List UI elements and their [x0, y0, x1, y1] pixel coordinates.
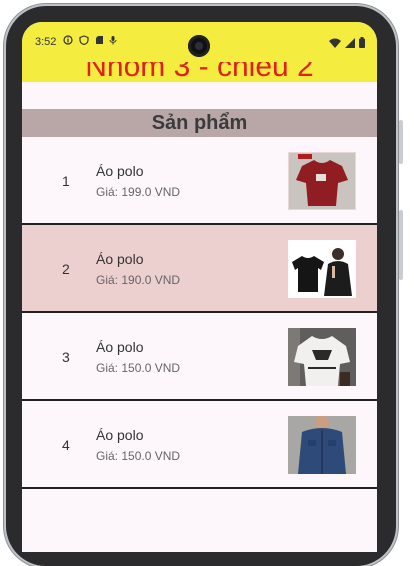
section-title: Sản phẩm	[151, 111, 248, 134]
product-index: 4	[62, 437, 70, 453]
product-list: 1 Áo polo Giá: 199.0 VND 2 Áo polo Giá: …	[22, 137, 377, 489]
volume-button	[399, 120, 403, 164]
wifi-icon	[329, 38, 341, 48]
white-graphic-tshirt-image	[288, 328, 356, 386]
product-row[interactable]: 1 Áo polo Giá: 199.0 VND	[22, 137, 377, 225]
product-index: 3	[62, 349, 70, 365]
status-time: 3:52	[35, 36, 57, 48]
product-price: Giá: 150.0 VND	[96, 449, 181, 463]
section-header: Sản phẩm	[22, 109, 377, 137]
product-index: 1	[62, 173, 70, 189]
shield-icon	[79, 35, 89, 46]
product-name: Áo polo	[96, 163, 144, 179]
product-price: Giá: 150.0 VND	[96, 361, 181, 375]
product-name: Áo polo	[96, 339, 144, 355]
info-icon	[63, 35, 73, 45]
product-row[interactable]: 2 Áo polo Giá: 190.0 VND	[22, 225, 377, 313]
power-button	[399, 210, 403, 280]
product-row[interactable]: 4 Áo polo Giá: 150.0 VND	[22, 401, 377, 489]
product-price: Giá: 190.0 VND	[96, 273, 181, 287]
product-row[interactable]: 3 Áo polo Giá: 150.0 VND	[22, 313, 377, 401]
battery-icon	[359, 37, 365, 48]
red-polo-shirt-image	[288, 152, 356, 210]
denim-shirt-image	[288, 416, 356, 474]
sd-card-icon	[95, 36, 103, 44]
product-name: Áo polo	[96, 427, 144, 443]
black-tshirt-image	[288, 240, 356, 298]
mic-icon	[109, 36, 117, 45]
product-index: 2	[62, 261, 70, 277]
status-right-icons	[329, 37, 365, 48]
phone-screen: 3:52 Nhóm 3 - chiều 2 Sản phẩm 1 Áo polo…	[22, 22, 377, 552]
product-price: Giá: 199.0 VND	[96, 185, 181, 199]
signal-icon	[345, 37, 355, 48]
status-icons	[63, 35, 117, 48]
camera-cutout	[188, 35, 210, 57]
product-name: Áo polo	[96, 251, 144, 267]
